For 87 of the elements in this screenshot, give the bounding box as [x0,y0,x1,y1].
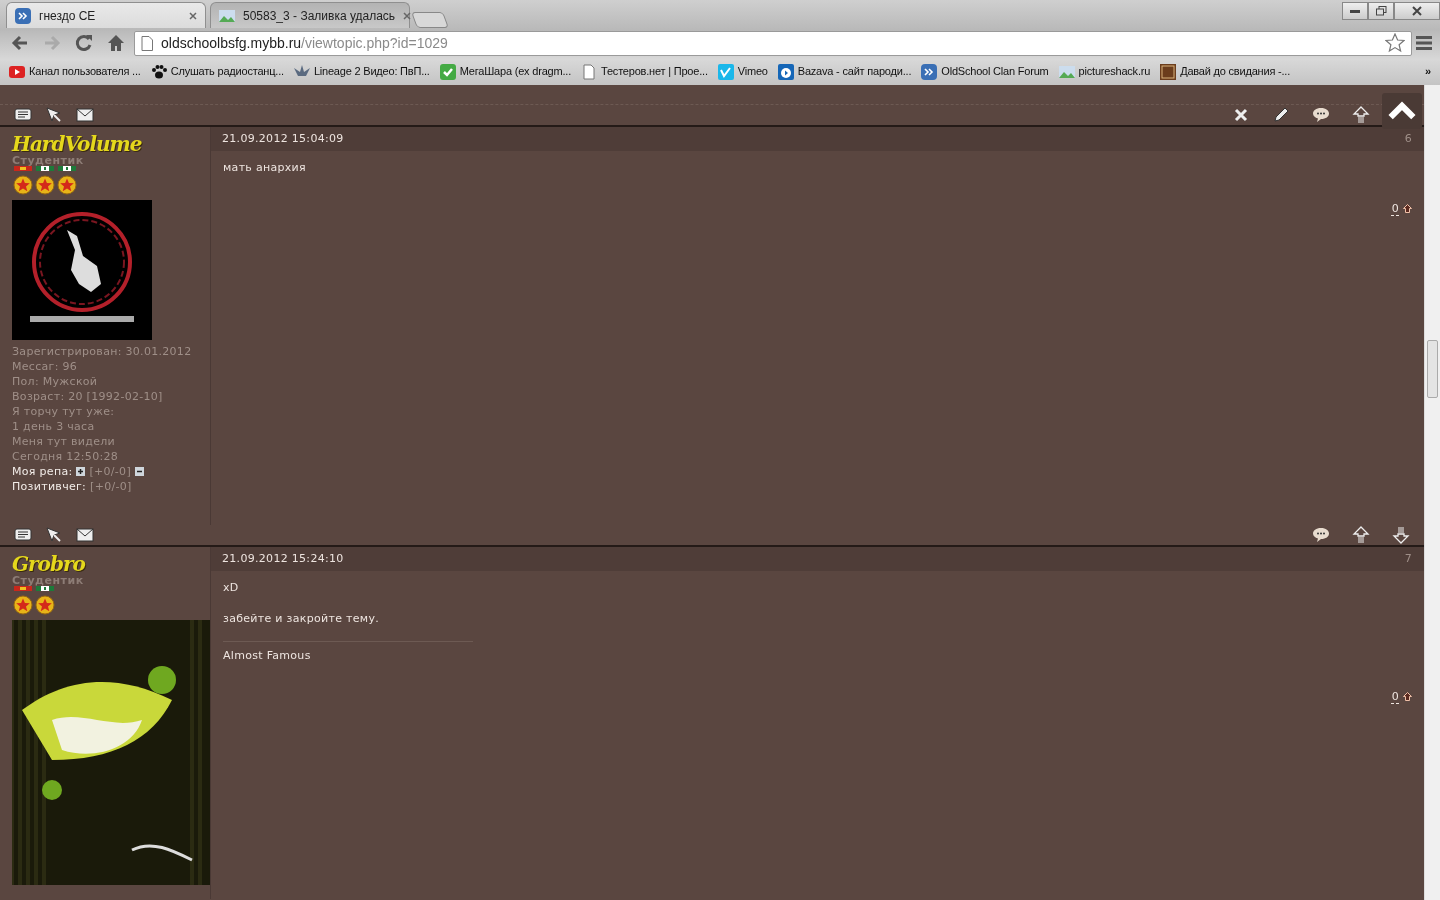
down-arrow-icon[interactable] [1392,526,1410,544]
profile-info: Меня тут видели [12,434,117,449]
minus-icon[interactable] [135,467,144,476]
medal-icon [56,166,78,196]
post-date: 21.09.2012 15:04:09 [222,130,344,147]
page-icon [141,35,153,51]
reputation-label: Моя репа: [12,464,73,479]
star-icon[interactable] [1385,33,1405,53]
url-text[interactable]: oldschoolbsfg.mybb.ru/viewtopic.php?id=1029 [161,32,1377,54]
close-icon[interactable] [403,11,412,20]
address-bar[interactable]: oldschoolbsfg.mybb.ru/viewtopic.php?id=1029 [134,30,1412,56]
pencil-icon[interactable] [1272,106,1290,124]
cursor-icon[interactable] [45,526,63,544]
close-icon[interactable] [1412,6,1422,16]
signature: Almost Famous [223,641,473,665]
author-name[interactable]: HardVolume [12,133,198,155]
paw-icon [150,63,167,80]
profile-info: 1 день 3 часа [12,419,96,434]
reload-icon[interactable] [74,33,94,53]
picture-icon [219,7,235,24]
chevron-up-icon[interactable] [1388,100,1416,122]
bookmark[interactable]: Lineage 2 Видео: ПвП... [288,63,435,80]
page-icon [581,63,597,80]
up-arrow-icon[interactable] [1403,692,1412,702]
home-icon[interactable] [106,33,126,53]
rating-count[interactable]: 0 [1391,688,1399,705]
back-icon[interactable] [10,33,30,53]
bookmark[interactable]: Слушать радиостанц... [145,63,289,80]
scrollbar-thumb[interactable] [1427,340,1438,398]
browser-tab[interactable]: гнездо CE [6,2,206,28]
bookmark[interactable]: Bazava - сайт пароди... [772,63,917,80]
browser-tab[interactable]: 50583_3 - Заливка удалась [210,2,410,28]
scrollbar[interactable] [1424,85,1440,900]
close-icon[interactable] [189,11,197,20]
medal-icon [12,586,34,616]
profile-card-icon[interactable] [14,526,32,544]
picture-icon [1058,63,1075,80]
up-arrow-icon[interactable] [1352,106,1370,124]
bookmark[interactable]: Канал пользователя ... [4,63,146,80]
profile-info: Возраст: 20 [1992-02-10] [12,389,164,404]
rating-count[interactable]: 0 [1391,200,1399,217]
restore-icon[interactable] [1375,6,1387,16]
up-arrow-icon[interactable] [1403,204,1412,214]
speech-bubble-icon[interactable] [1312,106,1330,124]
bookmarks-overflow-button[interactable]: » [1420,63,1436,80]
bookmark[interactable]: OldSchool Clan Forum [916,63,1054,80]
envelope-icon[interactable] [76,106,94,124]
up-arrow-icon[interactable] [1352,526,1370,544]
author-name[interactable]: Grobro [12,553,198,575]
profile-info: Сегодня 12:50:28 [12,449,120,464]
video-icon [9,63,25,80]
bookmark[interactable]: pictureshack.ru [1053,63,1156,80]
reputation-value: [+0/-0] [90,479,132,494]
post-text: забейте и закройте тему. [223,610,381,627]
bookmark[interactable]: Давай до свидания -... [1155,63,1296,80]
envelope-icon[interactable] [76,526,94,544]
post-date: 21.09.2012 15:24:10 [222,550,344,567]
positive-label: Позитивчег: [12,479,87,494]
play-icon [777,63,794,80]
bookmark[interactable]: МегаШара (ex dragm... [434,63,576,80]
close-button[interactable] [1394,2,1440,20]
bookmark[interactable]: Vimeo [712,63,773,80]
profile-info: Зарегистрирован: 30.01.2012 [12,344,193,359]
vimeo-icon [717,63,734,80]
close-icon[interactable] [1232,106,1250,124]
post-text: xD [223,580,240,596]
medal-icon [34,166,56,196]
restore-button[interactable] [1368,2,1394,20]
profile-info: Пол: Мужской [12,374,99,389]
minimize-icon[interactable] [1350,9,1360,13]
profile-info: Я торчу тут уже: [12,404,116,419]
back-to-top-button[interactable] [1382,93,1422,129]
speech-bubble-icon[interactable] [1312,526,1330,544]
plus-icon[interactable] [76,467,86,476]
medal-icon [34,586,56,616]
profile-card-icon[interactable] [14,106,32,124]
reputation-value: [+0/-0] [89,464,131,479]
forum-icon [15,7,31,24]
cursor-icon[interactable] [45,106,63,124]
menu-icon[interactable] [1416,35,1434,51]
forum-icon [921,63,938,80]
post-text: мать анархия [223,160,307,176]
bookmark[interactable]: Тестеров.нет | Прое... [576,63,713,80]
profile-info: Мессаг: 96 [12,359,79,374]
minimize-button[interactable] [1342,2,1368,20]
medal-icon [12,166,34,196]
check-icon [439,63,456,80]
